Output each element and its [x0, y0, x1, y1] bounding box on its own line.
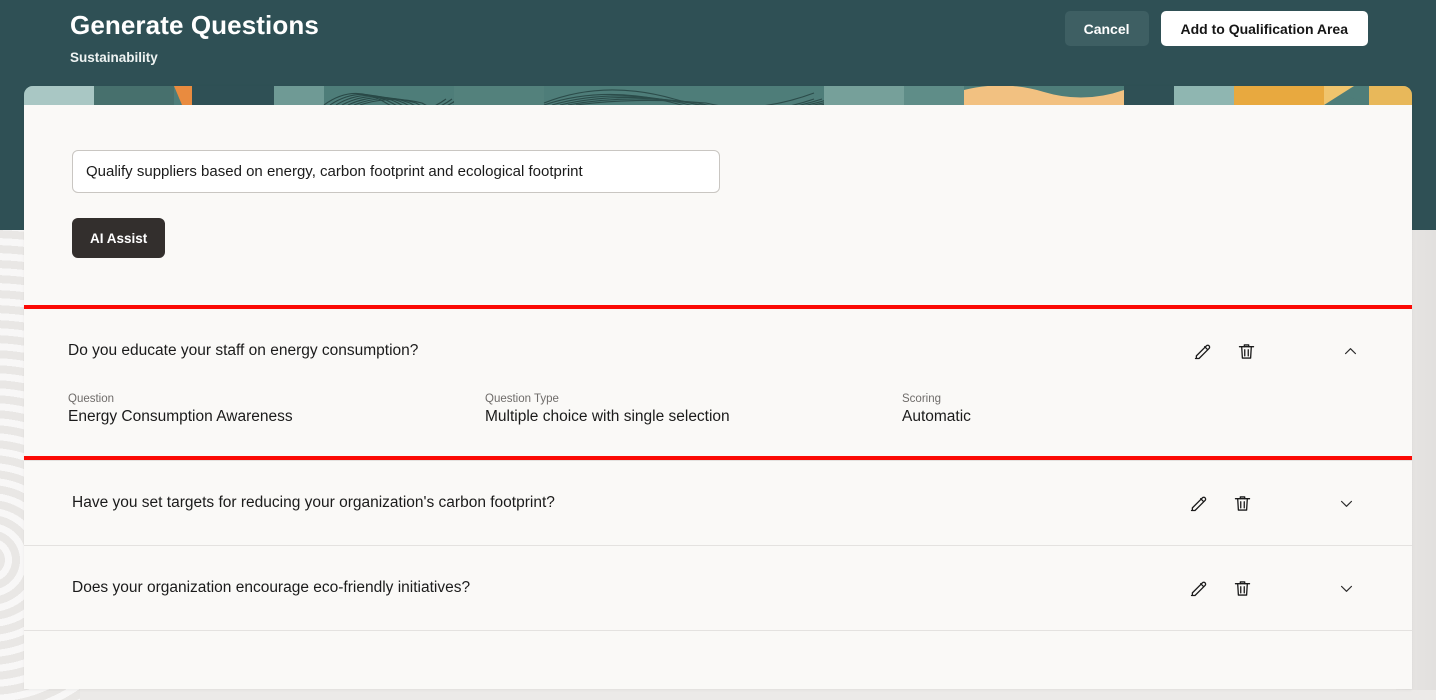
- detail-question: Question Energy Consumption Awareness: [68, 393, 485, 426]
- detail-value-question-type: Multiple choice with single selection: [485, 408, 902, 426]
- detail-label-question-type: Question Type: [485, 393, 902, 405]
- question-row-actions: [1176, 568, 1368, 608]
- header-titles: Generate Questions Sustainability: [70, 10, 319, 65]
- question-row[interactable]: Do you educate your staff on energy cons…: [24, 305, 1412, 460]
- ai-assist-button[interactable]: AI Assist: [72, 218, 165, 258]
- chevron-down-icon[interactable]: [1324, 568, 1368, 608]
- question-row-header[interactable]: Have you set targets for reducing your o…: [24, 461, 1412, 545]
- add-to-qualification-area-button[interactable]: Add to Qualification Area: [1161, 11, 1369, 46]
- trash-icon[interactable]: [1220, 568, 1264, 608]
- header-actions: Cancel Add to Qualification Area: [1065, 11, 1368, 46]
- content-panel: AI Assist Do you educate your staff on e…: [24, 86, 1412, 689]
- question-row-actions: [1180, 331, 1372, 371]
- question-detail: Question Energy Consumption Awareness Qu…: [24, 393, 1412, 456]
- detail-scoring: Scoring Automatic: [902, 393, 1319, 426]
- page-title: Generate Questions: [70, 10, 319, 41]
- page-subtitle: Sustainability: [70, 50, 319, 65]
- cancel-button[interactable]: Cancel: [1065, 11, 1149, 46]
- question-row-header[interactable]: Do you educate your staff on energy cons…: [24, 309, 1412, 393]
- decorative-banner: [24, 86, 1412, 105]
- pencil-icon[interactable]: [1176, 568, 1220, 608]
- pencil-icon[interactable]: [1180, 331, 1224, 371]
- detail-label-question: Question: [68, 393, 485, 405]
- chevron-down-icon[interactable]: [1324, 483, 1368, 523]
- question-title: Have you set targets for reducing your o…: [72, 494, 1176, 512]
- trash-icon[interactable]: [1224, 331, 1268, 371]
- detail-question-type: Question Type Multiple choice with singl…: [485, 393, 902, 426]
- question-list: Do you educate your staff on energy cons…: [24, 305, 1412, 689]
- question-row-actions: [1176, 483, 1368, 523]
- question-title: Does your organization encourage eco-fri…: [72, 579, 1176, 597]
- question-row-header[interactable]: [24, 631, 1412, 689]
- question-row[interactable]: Have you set targets for reducing your o…: [24, 460, 1412, 545]
- trash-icon[interactable]: [1220, 483, 1264, 523]
- detail-value-question: Energy Consumption Awareness: [68, 408, 485, 426]
- question-row[interactable]: [24, 630, 1412, 689]
- detail-value-scoring: Automatic: [902, 408, 1319, 426]
- prompt-input[interactable]: [72, 150, 720, 193]
- question-title: Do you educate your staff on energy cons…: [68, 342, 1180, 360]
- question-row[interactable]: Does your organization encourage eco-fri…: [24, 545, 1412, 630]
- question-row-header[interactable]: Does your organization encourage eco-fri…: [24, 546, 1412, 630]
- pencil-icon[interactable]: [1176, 483, 1220, 523]
- chevron-up-icon[interactable]: [1328, 331, 1372, 371]
- detail-label-scoring: Scoring: [902, 393, 1319, 405]
